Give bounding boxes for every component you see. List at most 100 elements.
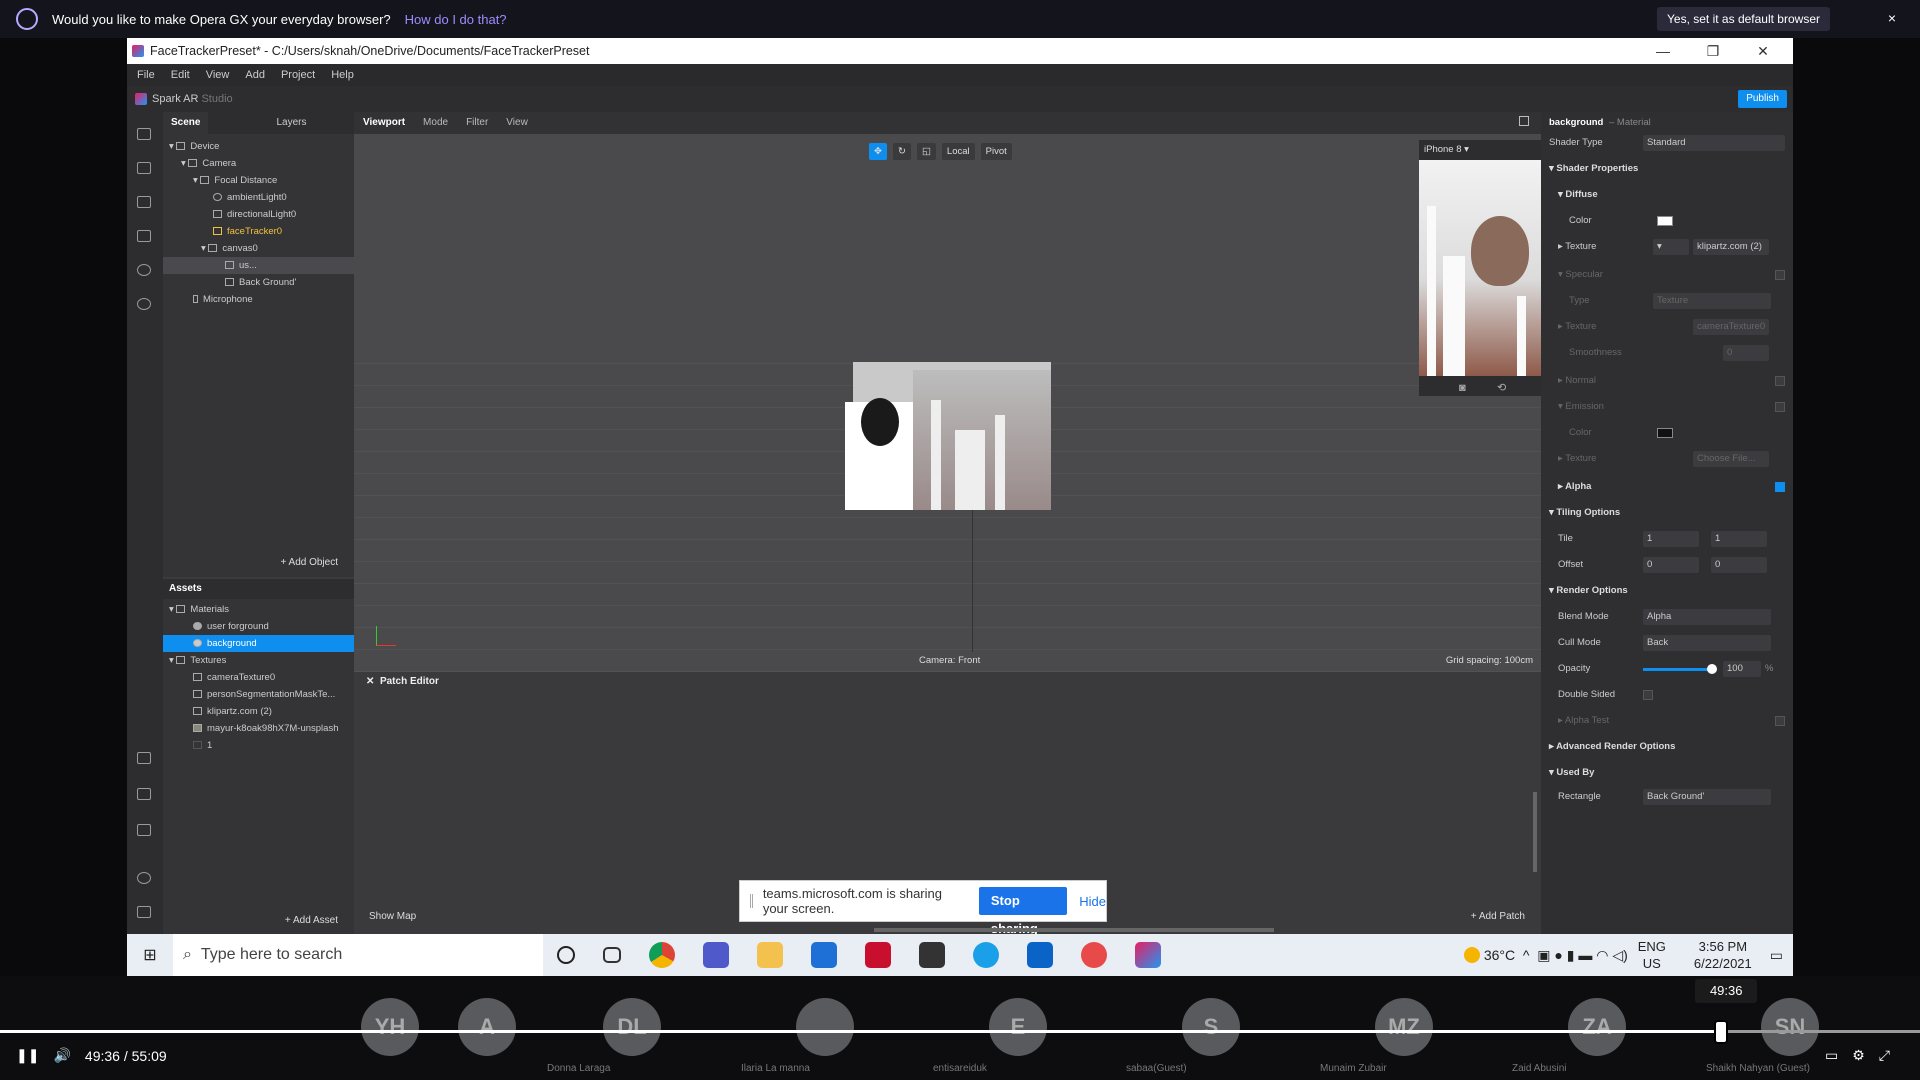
mcafee-icon[interactable] xyxy=(865,942,891,968)
menu-help[interactable]: Help xyxy=(331,69,354,81)
layout-icon[interactable] xyxy=(137,128,151,140)
tree-item-canvas[interactable]: ▾ canvas0 xyxy=(201,240,354,257)
normal-checkbox[interactable] xyxy=(1775,376,1785,386)
opacity-input[interactable]: 100 xyxy=(1723,661,1761,677)
specular-type-select[interactable]: Texture xyxy=(1653,293,1771,309)
upload-icon[interactable] xyxy=(137,824,151,836)
tree-item-ambient-light[interactable]: ambientLight0 xyxy=(213,189,354,206)
shader-properties-header[interactable]: ▾ Shader Properties xyxy=(1549,158,1638,180)
cortana-icon[interactable] xyxy=(557,946,575,964)
asset-1[interactable]: 1 xyxy=(193,737,354,754)
tree-item-focal-distance[interactable]: ▾ Focal Distance xyxy=(193,172,354,189)
smoothness-value[interactable]: 0 xyxy=(1723,345,1769,361)
diffuse-texture-value[interactable]: klipartz.com (2) xyxy=(1693,239,1769,255)
add-asset-button[interactable]: + Add Asset xyxy=(285,915,338,926)
clock-date[interactable]: 6/22/2021 xyxy=(1694,955,1752,972)
settings-icon[interactable] xyxy=(137,872,151,884)
viewport[interactable]: Viewport Mode Filter View ✥ ↻ ◱ Local Pi… xyxy=(354,112,1541,672)
weather-icon[interactable] xyxy=(1463,947,1480,963)
file-explorer-icon[interactable] xyxy=(757,942,783,968)
teams-icon[interactable] xyxy=(703,942,729,968)
device-select[interactable]: iPhone 8 xyxy=(1424,144,1462,155)
menu-add[interactable]: Add xyxy=(245,69,265,81)
alpha-test-checkbox[interactable] xyxy=(1775,716,1785,726)
folder-materials[interactable]: ▾ Materials xyxy=(169,601,354,618)
tile-y-input[interactable]: 1 xyxy=(1711,531,1767,547)
participant-avatar[interactable]: ZA xyxy=(1568,998,1626,1056)
import-icon[interactable] xyxy=(137,752,151,764)
publish-button[interactable]: Publish xyxy=(1738,90,1787,108)
language-eng[interactable]: ENG xyxy=(1638,938,1666,955)
panel-icon[interactable] xyxy=(137,906,151,918)
store-icon[interactable] xyxy=(919,942,945,968)
paint-icon[interactable] xyxy=(1081,942,1107,968)
participant-avatar[interactable]: A xyxy=(458,998,516,1056)
normal-header[interactable]: ▸ Normal xyxy=(1558,370,1596,392)
patch-scrollbar[interactable] xyxy=(1533,792,1537,872)
participant-avatar[interactable]: E xyxy=(989,998,1047,1056)
tab-filter[interactable]: Filter xyxy=(457,112,497,134)
tree-item-camera[interactable]: ▾ Camera xyxy=(181,155,354,172)
clock-time[interactable]: 3:56 PM xyxy=(1694,938,1752,955)
tile-x-input[interactable]: 1 xyxy=(1643,531,1699,547)
tree-item-face-tracker[interactable]: faceTracker0 xyxy=(213,223,354,240)
close-prompt-icon[interactable]: × xyxy=(1888,10,1896,26)
offset-y-input[interactable]: 0 xyxy=(1711,557,1767,573)
participant-avatar[interactable]: MZ xyxy=(1375,998,1433,1056)
captions-icon[interactable]: ▭ xyxy=(1825,1047,1838,1064)
tray-icons[interactable]: ▣ ● ▮ ▬ ◠ ◁) xyxy=(1537,947,1627,964)
tab-view[interactable]: View xyxy=(497,112,537,134)
start-icon[interactable]: ⊞ xyxy=(127,945,173,965)
emission-color-swatch[interactable] xyxy=(1657,428,1673,438)
participant-avatar[interactable]: YH xyxy=(361,998,419,1056)
taskbar-search[interactable]: ⌕ Type here to search xyxy=(173,934,543,976)
volume-icon[interactable]: 🔊 xyxy=(53,1047,70,1064)
language-us[interactable]: US xyxy=(1638,955,1666,972)
device-icon[interactable] xyxy=(137,788,151,800)
specular-texture-value[interactable]: cameraTexture0 xyxy=(1693,319,1769,335)
rectangle-value[interactable]: Back Ground' xyxy=(1643,789,1771,805)
pause-button-icon[interactable]: ❚❚ xyxy=(16,1047,39,1064)
tree-item-microphone[interactable]: Microphone xyxy=(193,291,354,308)
settings-gear-icon[interactable]: ⚙ xyxy=(1852,1047,1865,1064)
tiling-options-header[interactable]: ▾ Tiling Options xyxy=(1549,502,1620,524)
tab-layers[interactable]: Layers xyxy=(268,112,314,134)
participant-avatar[interactable] xyxy=(796,998,854,1056)
patch-h-scrollbar[interactable] xyxy=(874,928,1274,932)
emission-header[interactable]: ▾ Emission xyxy=(1558,396,1604,418)
capture-icon[interactable]: ◙ xyxy=(1459,382,1466,394)
opacity-slider-thumb[interactable] xyxy=(1707,664,1717,674)
tray-chevron-icon[interactable]: ^ xyxy=(1523,947,1530,963)
pivot-toggle[interactable]: Pivot xyxy=(980,143,1012,160)
asset-person-segmentation[interactable]: personSegmentationMaskTe... xyxy=(193,686,354,703)
rotate-tool-icon[interactable]: ↻ xyxy=(892,143,911,160)
cull-mode-select[interactable]: Back xyxy=(1643,635,1771,651)
tree-item-background[interactable]: Back Ground' xyxy=(225,274,354,291)
close-window-button[interactable]: ✕ xyxy=(1743,38,1783,64)
task-view-icon[interactable] xyxy=(603,947,621,963)
choose-file-button[interactable]: Choose File... xyxy=(1693,451,1769,467)
pin-icon[interactable]: ⤢ xyxy=(1879,1047,1890,1064)
render-options-header[interactable]: ▾ Render Options xyxy=(1549,580,1628,602)
stop-sharing-button[interactable]: Stop sharing xyxy=(978,887,1068,936)
rotate-device-icon[interactable]: ⟲ xyxy=(1497,381,1506,394)
asset-mayur-unsplash[interactable]: mayur-k8oak98hX7M-unsplash xyxy=(193,720,354,737)
minimize-button[interactable]: — xyxy=(1643,38,1683,64)
drag-handle-icon[interactable] xyxy=(750,894,753,908)
tab-viewport[interactable]: Viewport xyxy=(354,112,414,134)
tab-mode[interactable]: Mode xyxy=(414,112,457,134)
maximize-button[interactable]: ❐ xyxy=(1693,38,1733,64)
move-tool-icon[interactable]: ✥ xyxy=(869,143,887,160)
pause-icon[interactable] xyxy=(137,196,151,208)
diffuse-header[interactable]: ▾ Diffuse xyxy=(1558,184,1598,206)
patch-editor[interactable]: ✕ Patch Editor Show Map + Add Patch team… xyxy=(354,672,1541,936)
alpha-test-header[interactable]: ▸ Alpha Test xyxy=(1558,710,1609,732)
video-progress-thumb[interactable] xyxy=(1714,1020,1729,1044)
participant-avatar[interactable]: SN xyxy=(1761,998,1819,1056)
menu-file[interactable]: File xyxy=(137,69,155,81)
refresh-icon[interactable] xyxy=(137,264,151,276)
advanced-render-header[interactable]: ▸ Advanced Render Options xyxy=(1549,736,1675,758)
menu-edit[interactable]: Edit xyxy=(171,69,190,81)
used-by-header[interactable]: ▾ Used By xyxy=(1549,762,1594,784)
tree-item-device[interactable]: ▾ Device xyxy=(169,138,354,155)
